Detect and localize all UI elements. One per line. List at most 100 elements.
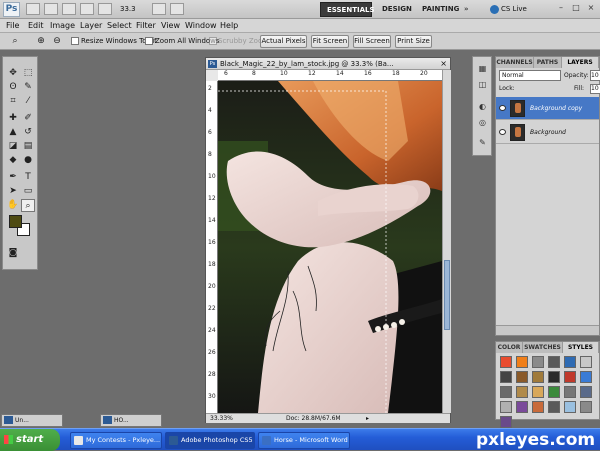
crop-tool-icon[interactable]: ⌗ bbox=[6, 95, 20, 108]
menu-file[interactable]: File bbox=[6, 19, 19, 33]
tab-color[interactable]: COLOR bbox=[496, 342, 523, 353]
history-brush-icon[interactable]: ↺ bbox=[21, 126, 35, 139]
marquee-tool-icon[interactable]: ⬚ bbox=[21, 67, 35, 80]
adjustments-panel-icon[interactable]: ◐ bbox=[476, 101, 489, 112]
menu-edit[interactable]: Edit bbox=[28, 19, 44, 33]
style-swatch[interactable] bbox=[516, 356, 528, 368]
menu-view[interactable]: View bbox=[161, 19, 180, 33]
style-swatch[interactable] bbox=[548, 401, 560, 413]
bridge-icon[interactable] bbox=[26, 3, 40, 15]
actual-pixels-button[interactable]: Actual Pixels bbox=[260, 35, 307, 48]
eyedropper-tool-icon[interactable]: ⁄ bbox=[21, 95, 35, 108]
style-swatch[interactable] bbox=[580, 371, 592, 383]
gradient-tool-icon[interactable]: ▤ bbox=[21, 140, 35, 153]
healing-brush-icon[interactable]: ✚ bbox=[6, 112, 20, 125]
style-swatch[interactable] bbox=[500, 416, 512, 428]
quick-select-tool-icon[interactable]: ✎ bbox=[21, 81, 35, 94]
clone-stamp-icon[interactable]: ▲ bbox=[6, 126, 20, 139]
tab-channels[interactable]: CHANNELS bbox=[496, 57, 534, 68]
zoom-in-icon[interactable]: ⊕ bbox=[34, 35, 48, 48]
zoom-level-select[interactable]: 33.3 bbox=[118, 3, 148, 15]
zoom-all-windows-checkbox[interactable] bbox=[145, 37, 153, 45]
menu-filter[interactable]: Filter bbox=[136, 19, 156, 33]
extras-icon[interactable] bbox=[62, 3, 76, 15]
style-swatch[interactable] bbox=[548, 371, 560, 383]
style-swatch[interactable] bbox=[500, 371, 512, 383]
style-swatch[interactable] bbox=[532, 356, 544, 368]
style-swatch[interactable] bbox=[516, 371, 528, 383]
document-tab[interactable]: Ps Black_Magic_22_by_lam_stock.jpg @ 33.… bbox=[206, 58, 450, 70]
fill-screen-button[interactable]: Fill Screen bbox=[353, 35, 391, 48]
masks-panel-icon[interactable]: ◎ bbox=[476, 117, 489, 128]
style-swatch[interactable] bbox=[532, 386, 544, 398]
tab-styles[interactable]: STYLES bbox=[563, 342, 599, 353]
menu-layer[interactable]: Layer bbox=[80, 19, 102, 33]
style-swatch[interactable] bbox=[500, 356, 512, 368]
scrollbar-thumb[interactable] bbox=[444, 260, 450, 330]
brush-tool-icon[interactable]: ✐ bbox=[21, 112, 35, 125]
screen-mode-icon[interactable] bbox=[170, 3, 184, 15]
shape-tool-icon[interactable]: ▭ bbox=[21, 185, 35, 198]
opacity-input[interactable]: 10 bbox=[590, 70, 600, 81]
workspace-design[interactable]: DESIGN bbox=[376, 2, 414, 17]
image-canvas[interactable] bbox=[218, 81, 442, 413]
style-swatch[interactable] bbox=[516, 386, 528, 398]
tab-layers[interactable]: LAYERS bbox=[562, 57, 599, 68]
fit-screen-button[interactable]: Fit Screen bbox=[311, 35, 349, 48]
close-icon[interactable]: × bbox=[584, 3, 598, 15]
minimized-document[interactable]: Un... bbox=[1, 414, 63, 427]
lasso-tool-icon[interactable]: ʘ bbox=[6, 81, 20, 94]
tab-swatches[interactable]: SWATCHES bbox=[523, 342, 563, 353]
menu-help[interactable]: Help bbox=[220, 19, 238, 33]
print-size-button[interactable]: Print Size bbox=[395, 35, 432, 48]
quick-mask-icon[interactable]: ◙ bbox=[6, 247, 20, 260]
properties-panel-icon[interactable]: ◫ bbox=[476, 79, 489, 90]
close-document-icon[interactable]: × bbox=[440, 58, 447, 69]
arrange-documents-icon[interactable] bbox=[152, 3, 166, 15]
eraser-tool-icon[interactable]: ◪ bbox=[6, 140, 20, 153]
workspace-essentials[interactable]: ESSENTIALS bbox=[320, 2, 375, 17]
workspace-painting[interactable]: PAINTING bbox=[416, 2, 460, 17]
layer-row-background-copy[interactable]: Background copy bbox=[496, 97, 599, 120]
style-swatch[interactable] bbox=[564, 386, 576, 398]
vertical-scrollbar[interactable] bbox=[442, 70, 451, 413]
visibility-eye-icon[interactable] bbox=[499, 105, 506, 111]
type-tool-icon[interactable]: T bbox=[21, 171, 35, 184]
zoom-level-icon[interactable] bbox=[80, 3, 94, 15]
style-swatch[interactable] bbox=[532, 371, 544, 383]
style-swatch[interactable] bbox=[564, 401, 576, 413]
zoom-out-icon[interactable]: ⊖ bbox=[50, 35, 64, 48]
taskbar-item-browser[interactable]: My Contests - Pxleye... bbox=[70, 432, 162, 449]
style-swatch[interactable] bbox=[548, 356, 560, 368]
style-swatch[interactable] bbox=[548, 386, 560, 398]
style-swatch[interactable] bbox=[580, 386, 592, 398]
zoom-status[interactable]: 33.33% bbox=[210, 414, 233, 424]
tab-paths[interactable]: PATHS bbox=[534, 57, 562, 68]
menu-image[interactable]: Image bbox=[50, 19, 75, 33]
style-swatch[interactable] bbox=[564, 356, 576, 368]
zoom-tool-preset-icon[interactable]: ⌕ bbox=[8, 35, 22, 48]
menu-select[interactable]: Select bbox=[107, 19, 132, 33]
layer-row-background[interactable]: Background bbox=[496, 121, 599, 144]
blend-mode-select[interactable]: Normal bbox=[499, 70, 561, 81]
maximize-icon[interactable]: □ bbox=[569, 3, 583, 15]
path-select-tool-icon[interactable]: ➤ bbox=[6, 185, 20, 198]
brushes-panel-icon[interactable]: ✎ bbox=[476, 137, 489, 148]
taskbar-item-word[interactable]: Horse - Microsoft Word bbox=[258, 432, 350, 449]
hand-tool-icon[interactable] bbox=[98, 3, 112, 15]
history-panel-icon[interactable]: ▦ bbox=[476, 63, 489, 74]
visibility-eye-icon[interactable] bbox=[499, 129, 506, 135]
style-swatch[interactable] bbox=[500, 401, 512, 413]
blur-tool-icon[interactable]: ◆ bbox=[6, 154, 20, 167]
pen-tool-icon[interactable]: ✒ bbox=[6, 171, 20, 184]
move-tool-icon[interactable]: ✥ bbox=[6, 67, 20, 80]
start-button[interactable]: start bbox=[0, 429, 60, 451]
scrubby-zoom-checkbox[interactable] bbox=[209, 37, 217, 45]
style-swatch[interactable] bbox=[516, 401, 528, 413]
style-swatch[interactable] bbox=[532, 401, 544, 413]
style-swatch[interactable] bbox=[500, 386, 512, 398]
style-swatch[interactable] bbox=[580, 401, 592, 413]
status-menu-icon[interactable]: ▸ bbox=[366, 414, 369, 424]
resize-windows-checkbox[interactable] bbox=[71, 37, 79, 45]
cs-live-menu[interactable]: CS Live bbox=[490, 3, 527, 15]
